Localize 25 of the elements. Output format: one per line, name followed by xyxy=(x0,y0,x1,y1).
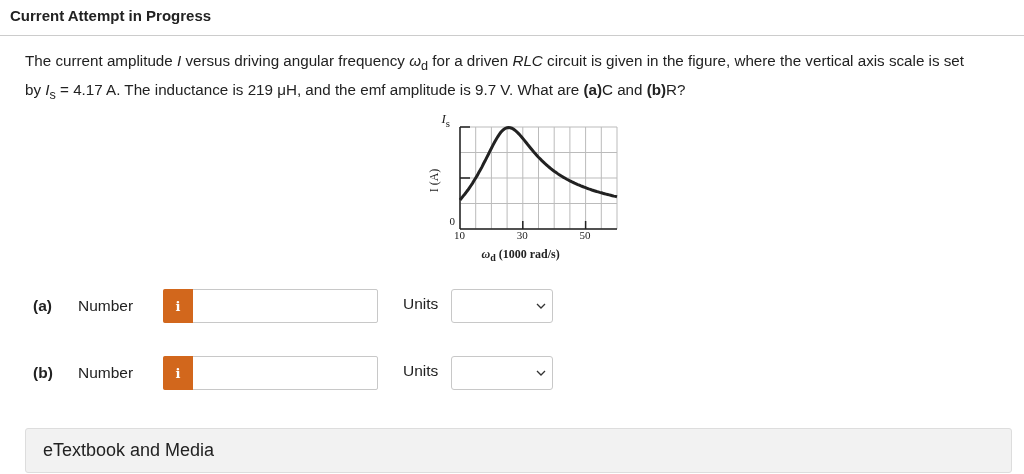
info-icon[interactable]: i xyxy=(163,356,193,391)
field-label: Units xyxy=(403,362,440,381)
resources-panel[interactable]: eTextbook and Media xyxy=(25,428,1012,474)
page-title: Current Attempt in Progress xyxy=(10,7,212,24)
axis-label: 0 xyxy=(449,215,455,228)
units-dropdown[interactable] xyxy=(451,289,553,324)
part-label: (b) xyxy=(33,364,54,383)
units-dropdown[interactable] xyxy=(451,356,553,391)
field-label: Number xyxy=(78,297,135,316)
field-label: Units xyxy=(403,295,440,314)
tick-label: 30 xyxy=(515,229,529,242)
number-input-field[interactable]: i xyxy=(163,356,378,391)
axis-title: ω$_{d}$ (1000 rad/s) xyxy=(481,247,560,264)
field-label: Number xyxy=(78,364,135,383)
info-icon[interactable]: i xyxy=(163,289,193,324)
panel-title: eTextbook and Media xyxy=(43,440,215,462)
chevron-down-icon xyxy=(536,303,546,310)
question-text: The current amplitude I versus driving angular frequency ω$_{d}$ for a driven RLC circuit is given in the figure, where the vertical axis scale is set by I$_{s}$ = 4.17 A. The inductance is 219 μH, and the emf amplitude is 9.7 V. What are (a)C and (b)R? xyxy=(25,51,966,105)
tick-label: 10 xyxy=(453,229,466,242)
part-label: (a) xyxy=(33,297,53,316)
tick-label: 50 xyxy=(578,229,592,242)
chevron-down-icon xyxy=(536,370,546,377)
number-input-field[interactable]: i xyxy=(163,289,378,324)
axis-title: I (A) xyxy=(427,168,442,192)
axis-label: I$_{s}$ xyxy=(441,111,451,129)
